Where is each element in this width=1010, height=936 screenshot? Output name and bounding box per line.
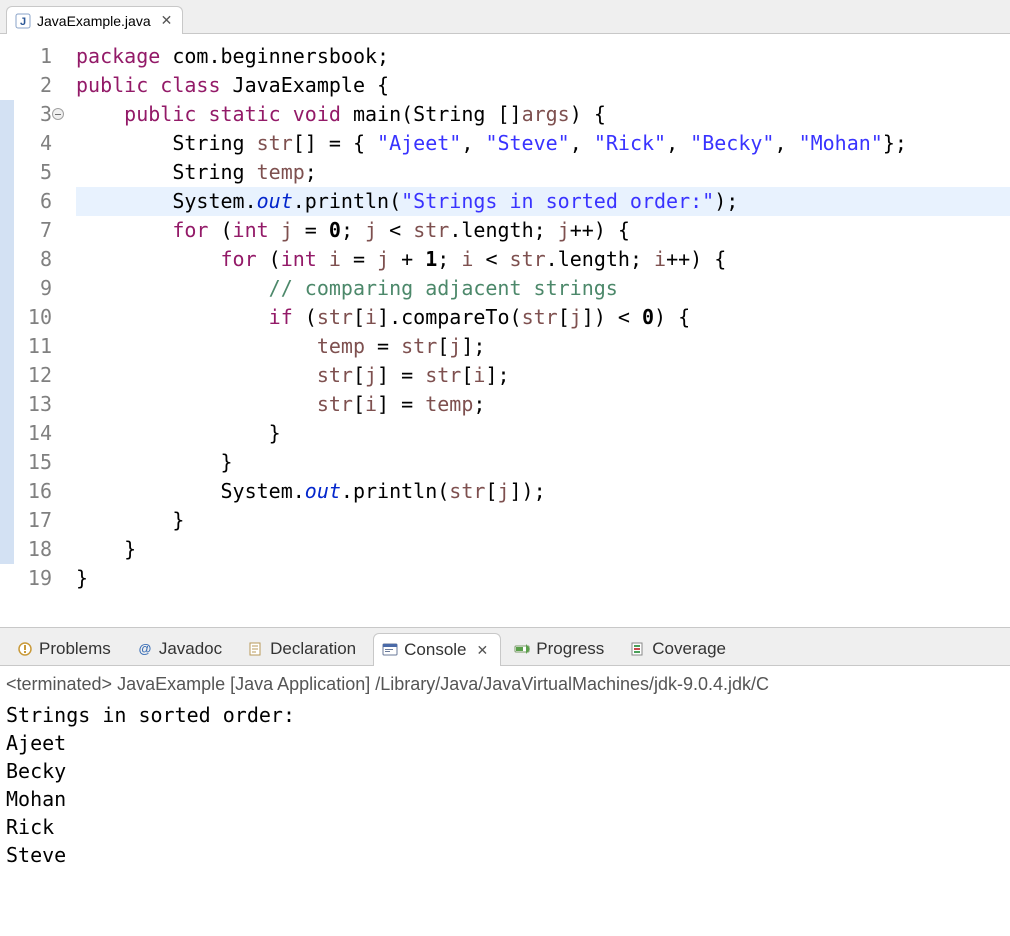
- change-ruler: [0, 34, 14, 601]
- line-number: 3: [14, 100, 52, 129]
- code-line[interactable]: package com.beginnersbook;: [76, 42, 1010, 71]
- editor-tab-filename: JavaExample.java: [37, 13, 151, 29]
- editor-tabbar: J JavaExample.java ✕: [0, 0, 1010, 34]
- line-number: 4: [14, 129, 52, 158]
- tab-label: Declaration: [270, 639, 356, 659]
- tab-label: Coverage: [652, 639, 726, 659]
- bottom-tabbar: Problems @ Javadoc Declaration Console ✕ Progr…: [0, 628, 1010, 666]
- line-number: 5: [14, 158, 52, 187]
- problems-icon: [17, 641, 33, 657]
- coverage-icon: [630, 641, 646, 657]
- code-line[interactable]: System.out.println("Strings in sorted or…: [76, 187, 1010, 216]
- java-file-icon: J: [15, 13, 31, 29]
- line-number: 12: [14, 361, 52, 390]
- code-line[interactable]: }: [76, 448, 1010, 477]
- tab-label: Progress: [536, 639, 604, 659]
- console-output[interactable]: Strings in sorted order: Ajeet Becky Moh…: [6, 701, 1004, 869]
- code-line[interactable]: for (int j = 0; j < str.length; j++) {: [76, 216, 1010, 245]
- tab-label: Javadoc: [159, 639, 222, 659]
- code-line[interactable]: // comparing adjacent strings: [76, 274, 1010, 303]
- tab-console[interactable]: Console ✕: [373, 633, 501, 666]
- line-number: 14: [14, 419, 52, 448]
- console-icon: [382, 642, 398, 658]
- tab-declaration[interactable]: Declaration: [239, 632, 369, 665]
- line-number: 16: [14, 477, 52, 506]
- tab-label: Console: [404, 640, 466, 660]
- code-line[interactable]: String temp;: [76, 158, 1010, 187]
- code-line[interactable]: if (str[i].compareTo(str[j]) < 0) {: [76, 303, 1010, 332]
- bottom-panel: Problems @ Javadoc Declaration Console ✕ Progr…: [0, 627, 1010, 889]
- code-line[interactable]: public class JavaExample {: [76, 71, 1010, 100]
- progress-icon: [514, 641, 530, 657]
- tab-label: Problems: [39, 639, 111, 659]
- fold-toggle-icon[interactable]: [52, 108, 64, 120]
- code-line[interactable]: }: [76, 506, 1010, 535]
- line-number: 6: [14, 187, 52, 216]
- tab-javadoc[interactable]: @ Javadoc: [128, 632, 235, 665]
- console-status: <terminated> JavaExample [Java Applicati…: [6, 670, 1004, 701]
- tab-coverage[interactable]: Coverage: [621, 632, 739, 665]
- code-content[interactable]: package com.beginnersbook;public class J…: [58, 34, 1010, 601]
- line-number: 9: [14, 274, 52, 303]
- editor-tab[interactable]: J JavaExample.java ✕: [6, 6, 183, 34]
- code-line[interactable]: public static void main(String []args) {: [76, 100, 1010, 129]
- line-number: 19: [14, 564, 52, 593]
- tab-progress[interactable]: Progress: [505, 632, 617, 665]
- declaration-icon: [248, 641, 264, 657]
- line-number: 7: [14, 216, 52, 245]
- close-icon[interactable]: ✕: [161, 12, 173, 29]
- line-number: 15: [14, 448, 52, 477]
- code-line[interactable]: temp = str[j];: [76, 332, 1010, 361]
- code-line[interactable]: }: [76, 535, 1010, 564]
- line-number: 1: [14, 42, 52, 71]
- close-icon[interactable]: ✕: [477, 642, 489, 659]
- code-line[interactable]: str[i] = temp;: [76, 390, 1010, 419]
- line-number: 17: [14, 506, 52, 535]
- code-line[interactable]: System.out.println(str[j]);: [76, 477, 1010, 506]
- line-number-gutter: 12345678910111213141516171819: [14, 34, 58, 601]
- line-number: 13: [14, 390, 52, 419]
- line-number: 8: [14, 245, 52, 274]
- line-number: 18: [14, 535, 52, 564]
- line-number: 10: [14, 303, 52, 332]
- code-editor[interactable]: 12345678910111213141516171819 package co…: [0, 34, 1010, 601]
- javadoc-icon: @: [137, 641, 153, 657]
- tab-problems[interactable]: Problems: [8, 632, 124, 665]
- code-line[interactable]: }: [76, 419, 1010, 448]
- line-number: 2: [14, 71, 52, 100]
- code-line[interactable]: String str[] = { "Ajeet", "Steve", "Rick…: [76, 129, 1010, 158]
- line-number: 11: [14, 332, 52, 361]
- code-line[interactable]: str[j] = str[i];: [76, 361, 1010, 390]
- console-view: <terminated> JavaExample [Java Applicati…: [0, 666, 1010, 889]
- code-line[interactable]: }: [76, 564, 1010, 593]
- code-line[interactable]: for (int i = j + 1; i < str.length; i++)…: [76, 245, 1010, 274]
- svg-text:J: J: [20, 16, 26, 28]
- svg-text:@: @: [138, 641, 151, 656]
